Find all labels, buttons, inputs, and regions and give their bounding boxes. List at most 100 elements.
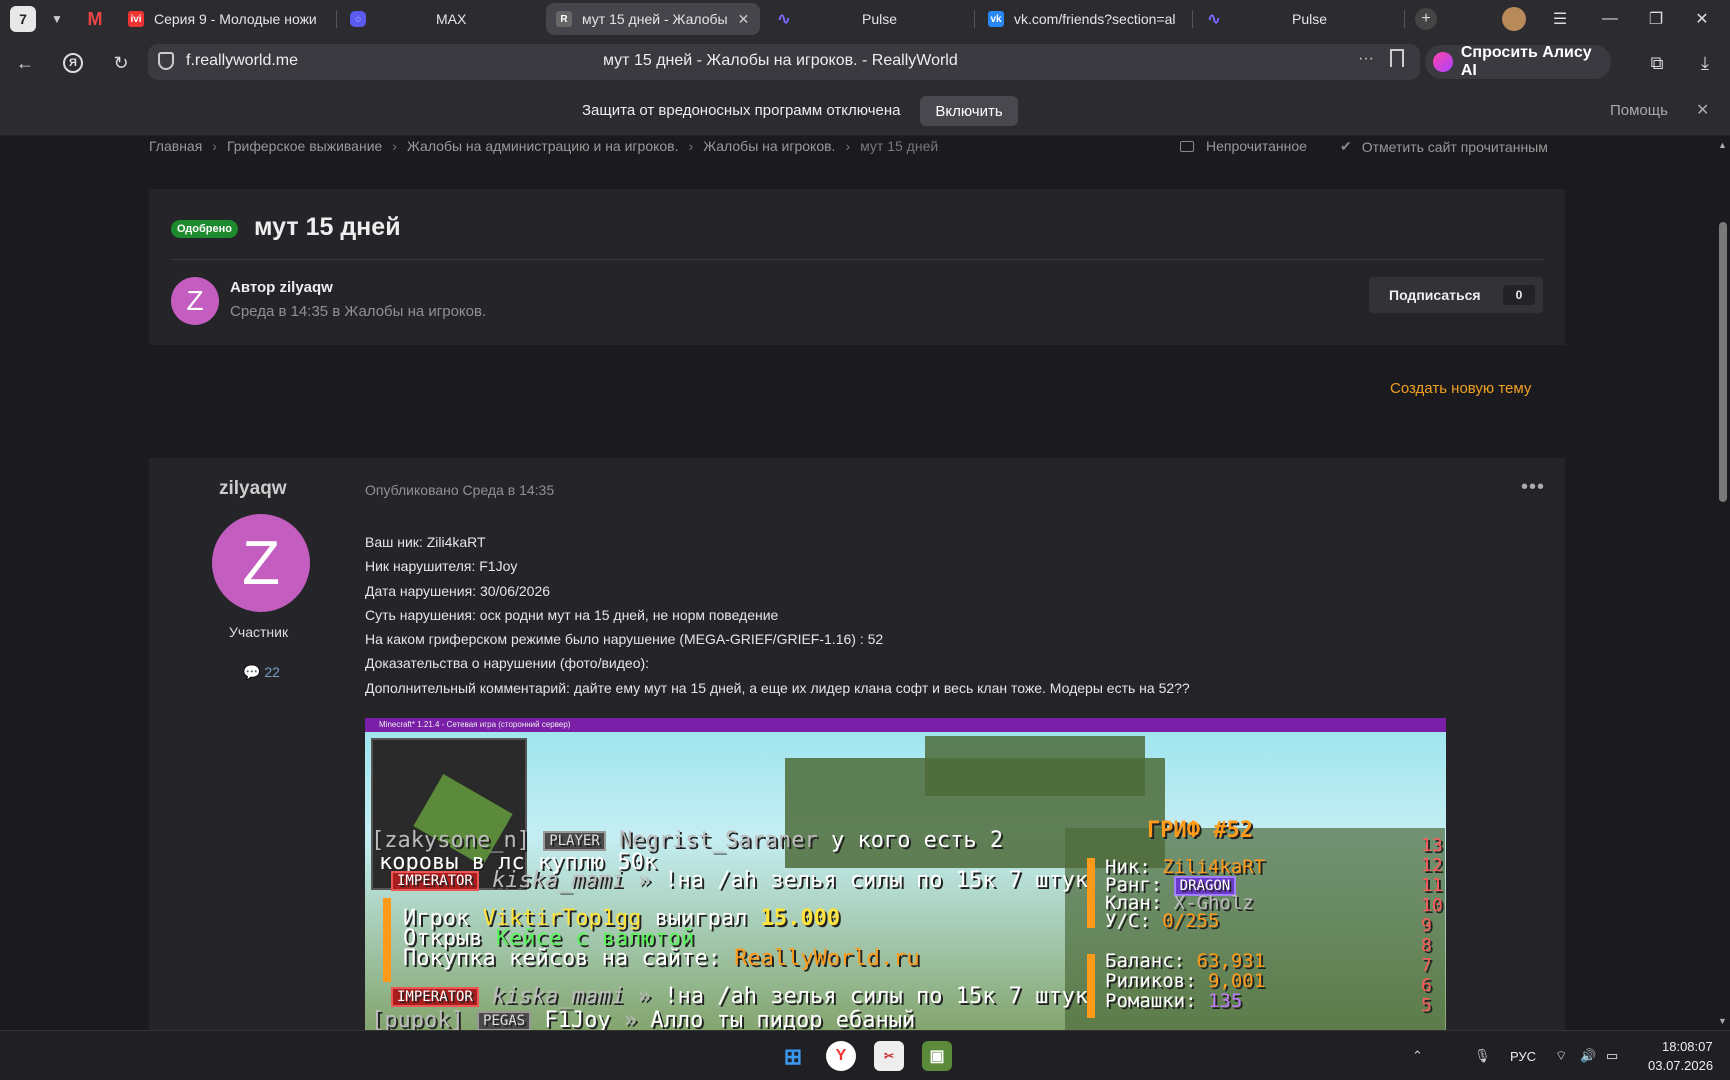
evidence-screenshot[interactable]: Minecraft* 1.21.4 - Сетевая игра (сторон… [365,718,1446,1030]
scoreboard-bar [1087,858,1095,928]
chat-line: Покупка кейсов на сайте: ReallyWorld.ru [403,946,920,971]
score-number: 13 [1421,835,1443,856]
mark-read-label: Отметить сайт прочитанным [1361,138,1548,155]
post: zilyaqw Z Участник 💬 22 Опубликовано Сре… [149,458,1565,1030]
breadcrumb-item[interactable]: Жалобы на администрацию и на игроков. [407,138,679,154]
topic-header: Одобрено мут 15 дней Z Автор zilyaqw Сре… [149,189,1565,345]
battery-icon[interactable]: ▭ [1606,1048,1618,1064]
tab-pulse-2[interactable]: ∿ Pulse [1196,3,1396,35]
score-number: 6 [1421,975,1432,996]
clock-date[interactable]: 03.07.2026 [1648,1058,1713,1073]
avatar[interactable]: Z [212,514,310,612]
user-post-count[interactable]: 💬 22 [243,664,280,681]
avatar[interactable]: Z [171,277,219,325]
menu-icon[interactable]: ☰ [1540,0,1580,38]
chevron-down-icon[interactable]: ▼ [44,6,70,32]
breadcrumb-separator: › [212,138,217,154]
volume-icon[interactable]: 🔊 [1580,1048,1596,1064]
tab-vk[interactable]: vk vk.com/friends?section=al [978,3,1186,35]
max-icon: ◌ [350,11,366,27]
tab-label: vk.com/friends?section=al [1014,11,1176,27]
pulse-icon: ∿ [1207,11,1221,28]
scrollbar-thumb[interactable] [1719,222,1727,502]
infobar-text: Защита от вредоносных программ отключена [582,102,901,119]
shield-icon[interactable] [158,52,174,70]
unread-link[interactable]: Непрочитанное [1180,138,1307,154]
taskbar [0,1030,1730,1080]
url-domain[interactable]: f.reallyworld.me [186,52,298,70]
tab-separator [1192,10,1193,28]
label: Ромашки: [1105,990,1197,1012]
scoreboard-bar [1087,954,1095,1018]
tab-label: MAX [436,11,467,27]
windows-start-icon[interactable]: ⊞ [778,1042,808,1072]
chat-text: Покупка кейсов на сайте: [403,946,721,971]
close-tab-icon[interactable]: ✕ [738,11,750,28]
tab-label: Серия 9 - Молодые ножи [154,11,317,27]
forum-page: Главная › Гриферское выживание › Жалобы … [0,136,1716,1030]
gmail-icon[interactable]: M [82,6,108,32]
bookmark-icon[interactable] [1390,49,1404,67]
announcement-bar [383,898,391,982]
restore-icon[interactable]: ❐ [1636,0,1676,38]
scoreboard-row: Ромашки: 135 [1105,990,1242,1012]
breadcrumb-item[interactable]: Главная [149,138,202,154]
post-body: Ваш ник: Zili4kaRT Ник нарушителя: F1Joy… [365,530,1190,700]
yandex-browser-icon[interactable]: Y [826,1041,856,1071]
clock-time[interactable]: 18:08:07 [1662,1039,1713,1054]
back-icon[interactable]: ← [10,48,40,78]
tab-active-reallyworld[interactable]: R мут 15 дней - Жалобы ✕ [546,3,760,35]
breadcrumb-item[interactable]: Жалобы на игроков. [703,138,835,154]
chat-msg: Алло ты пидор ебаный [650,1008,916,1030]
infobar-help-link[interactable]: Помощь [1610,102,1668,119]
value: 0/255 [1162,910,1220,932]
chat-msg: у кого есть 2 [830,828,1004,853]
topic-author[interactable]: Автор zilyaqw [230,279,333,296]
chat-prefix: [pupok] [371,1008,464,1030]
enable-protection-button[interactable]: Включить [920,96,1018,126]
tab-pulse-1[interactable]: ∿ Pulse [766,3,966,35]
tab-count-button[interactable]: 7 [10,6,36,32]
language-indicator[interactable]: РУС [1510,1049,1536,1064]
scoreboard-row: У/С: 0/255 [1105,910,1219,932]
post-username[interactable]: zilyaqw [219,478,287,500]
download-icon[interactable]: ⤓ [1690,48,1720,78]
user-role: Участник [229,624,289,640]
new-tab-icon[interactable]: + [1406,0,1446,38]
breadcrumb-separator: › [845,138,851,154]
reload-icon[interactable]: ↻ [106,48,136,78]
breadcrumb: Главная › Гриферское выживание › Жалобы … [149,138,938,154]
subscribe-button[interactable]: Подписаться 0 [1369,277,1543,313]
collections-icon[interactable]: ⧉ [1642,48,1672,78]
rank-chip: IMPERATOR [391,871,479,891]
breadcrumb-item[interactable]: Гриферское выживание [227,138,382,154]
subscriber-count: 0 [1503,285,1535,305]
scroll-down-icon[interactable]: ▼ [1718,1016,1727,1026]
tab-label: Pulse [862,11,898,27]
post-line: Дата нарушения: 30/06/2026 [365,582,551,599]
tray-chevron-icon[interactable]: ⌃ [1412,1048,1423,1064]
post-line: Суть нарушения: оск родни мут на 15 дней… [365,606,779,623]
tab-ivi[interactable]: ivi Серия 9 - Молодые ножи [118,3,328,35]
breadcrumb-separator: › [392,138,397,154]
close-window-icon[interactable]: ✕ [1682,0,1722,38]
chat-line: IMPERATOR kiska_mami » !на /ah зелья сил… [391,984,1088,1009]
mark-read-link[interactable]: ✔ Отметить сайт прочитанным [1340,138,1548,155]
minecraft-launcher-icon[interactable]: ▣ [922,1041,952,1071]
profile-avatar[interactable] [1494,0,1534,38]
more-dots-icon[interactable]: ··· [1358,50,1374,68]
check-icon: ✔ [1340,138,1352,154]
snipping-tool-icon[interactable]: ✂ [874,1041,904,1071]
wifi-icon[interactable]: ⌔ [1555,1048,1567,1064]
ask-alice-button[interactable]: Спросить Алису AI [1425,44,1611,79]
post-menu-icon[interactable]: ••• [1521,476,1545,499]
microphone-icon[interactable]: 🎙 [1474,1048,1491,1064]
create-topic-link[interactable]: Создать новую тему [1390,380,1531,397]
minimize-icon[interactable]: — [1590,0,1630,38]
pulse-icon: ∿ [777,11,791,28]
scroll-up-icon[interactable]: ▲ [1718,140,1727,150]
close-icon[interactable]: ✕ [1696,100,1709,120]
value: 135 [1207,990,1243,1012]
yandex-icon[interactable]: Я [58,48,88,78]
tab-max[interactable]: ◌ MAX [340,3,540,35]
